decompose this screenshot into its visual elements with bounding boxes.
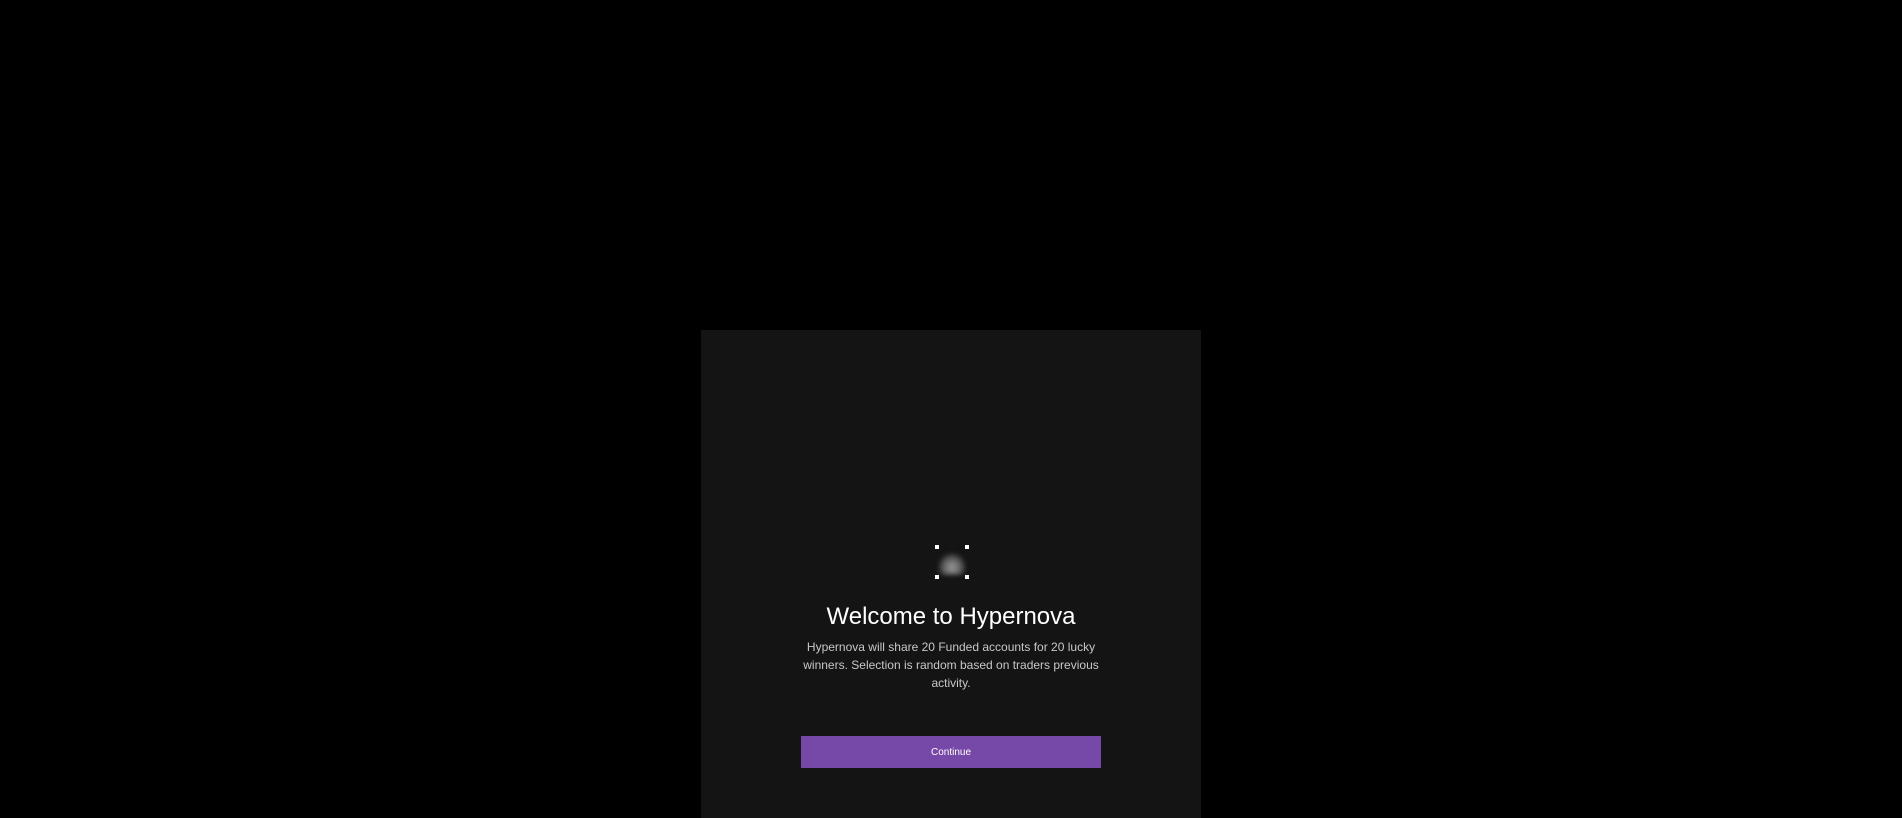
- hypernova-logo-icon: [935, 545, 969, 579]
- logo-image: [938, 553, 966, 575]
- logo-corner-top-left: [935, 545, 939, 549]
- logo-corner-bottom-left: [935, 575, 939, 579]
- welcome-modal: Welcome to Hypernova Hypernova will shar…: [701, 330, 1201, 818]
- continue-button[interactable]: Continue: [801, 736, 1101, 768]
- logo-corner-top-right: [965, 545, 969, 549]
- welcome-description: Hypernova will share 20 Funded accounts …: [803, 640, 1099, 690]
- welcome-title: Welcome to Hypernova: [826, 603, 1076, 630]
- logo-corner-bottom-right: [965, 575, 969, 579]
